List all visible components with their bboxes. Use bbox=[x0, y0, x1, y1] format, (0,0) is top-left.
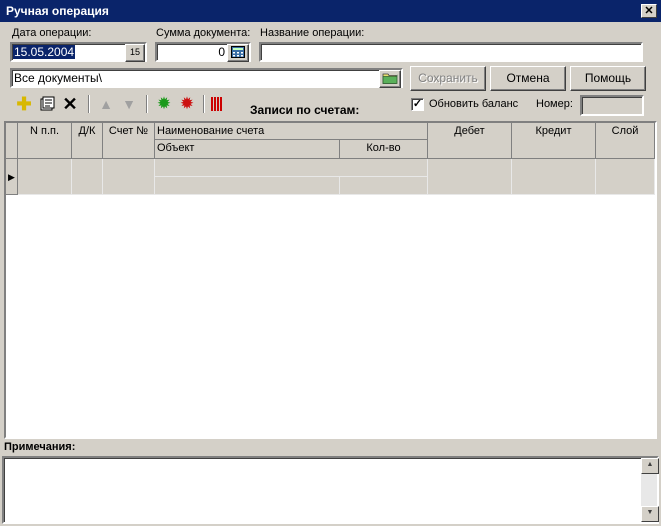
notes-textarea[interactable]: ▲ ▼ bbox=[2, 456, 659, 524]
properties-icon[interactable] bbox=[37, 94, 57, 114]
number-label: Номер: bbox=[536, 98, 573, 110]
column-header-layer[interactable]: Слой bbox=[596, 123, 655, 159]
records-label: Записи по счетам: bbox=[250, 103, 360, 117]
table-cell[interactable] bbox=[340, 177, 428, 195]
sum-value: 0 bbox=[218, 45, 225, 59]
column-header-object[interactable]: Объект bbox=[155, 140, 340, 159]
row-indicator-header bbox=[6, 123, 18, 159]
cancel-button[interactable]: Отмена bbox=[490, 66, 566, 91]
notes-scrollbar[interactable]: ▲ ▼ bbox=[641, 458, 659, 522]
document-folder-field[interactable]: Все документы\ bbox=[10, 68, 403, 88]
notes-label: Примечания: bbox=[4, 441, 76, 453]
row-indicator[interactable]: ▶ bbox=[6, 159, 18, 195]
table-cell[interactable] bbox=[18, 159, 72, 195]
delete-icon[interactable]: ✕ bbox=[60, 94, 80, 114]
scroll-up-button[interactable]: ▲ bbox=[641, 458, 659, 474]
accounts-grid[interactable]: N п.п. Д/К Счет № Наименование счета Объ… bbox=[4, 121, 657, 439]
toolbar-separator bbox=[203, 95, 205, 113]
date-value: 15.05.2004 bbox=[13, 45, 76, 59]
toolbar-separator bbox=[146, 95, 148, 113]
folder-icon bbox=[382, 73, 398, 84]
document-folder-value: Все документы\ bbox=[14, 71, 102, 85]
table-cell[interactable] bbox=[512, 159, 596, 195]
row-pointer-icon: ▶ bbox=[8, 172, 15, 182]
calculator-icon bbox=[231, 46, 245, 58]
table-cell[interactable] bbox=[72, 159, 103, 195]
sum-field[interactable]: 0 bbox=[155, 42, 251, 62]
sum-label: Сумма документа: bbox=[156, 27, 251, 39]
column-header-qty[interactable]: Кол-во bbox=[340, 140, 428, 159]
calculator-button[interactable] bbox=[227, 44, 249, 62]
table-cell[interactable] bbox=[155, 177, 340, 195]
refresh-balance-checkbox[interactable]: ✓ bbox=[411, 98, 424, 111]
add-icon[interactable]: ✚ bbox=[14, 94, 34, 114]
browse-folder-button[interactable] bbox=[379, 70, 401, 88]
barcode-icon[interactable] bbox=[207, 94, 227, 114]
operation-name-label: Название операции: bbox=[260, 27, 365, 39]
operation-name-input[interactable] bbox=[259, 42, 643, 62]
number-field[interactable] bbox=[580, 95, 644, 116]
scroll-down-button[interactable]: ▼ bbox=[641, 506, 659, 522]
gear-red-icon[interactable]: ✹ bbox=[177, 94, 197, 114]
column-header-dk[interactable]: Д/К bbox=[72, 123, 103, 159]
arrow-down-icon[interactable]: ▼ bbox=[119, 94, 139, 114]
gear-green-icon[interactable]: ✹ bbox=[154, 94, 174, 114]
close-icon: ✕ bbox=[644, 5, 654, 17]
calendar-button[interactable]: 15 bbox=[125, 44, 145, 62]
close-button[interactable]: ✕ bbox=[641, 4, 657, 18]
table-cell[interactable] bbox=[103, 159, 155, 195]
save-button[interactable]: Сохранить bbox=[410, 66, 486, 91]
window-titlebar: Ручная операция bbox=[0, 0, 661, 22]
table-cell[interactable] bbox=[428, 159, 512, 195]
refresh-balance-label: Обновить баланс bbox=[429, 98, 519, 110]
column-header-account-name[interactable]: Наименование счета bbox=[155, 123, 428, 140]
date-label: Дата операции: bbox=[12, 27, 92, 39]
arrow-up-icon[interactable]: ▲ bbox=[96, 94, 116, 114]
column-header-npp[interactable]: N п.п. bbox=[18, 123, 72, 159]
window-title: Ручная операция bbox=[6, 4, 109, 18]
column-header-credit[interactable]: Кредит bbox=[512, 123, 596, 159]
date-field[interactable]: 15.05.2004 15 bbox=[10, 42, 147, 62]
table-cell[interactable] bbox=[596, 159, 655, 195]
toolbar-separator bbox=[88, 95, 90, 113]
table-cell[interactable] bbox=[155, 159, 428, 177]
help-button[interactable]: Помощь bbox=[570, 66, 646, 91]
calendar-icon: 15 bbox=[129, 47, 140, 57]
column-header-account[interactable]: Счет № bbox=[103, 123, 155, 159]
column-header-debit[interactable]: Дебет bbox=[428, 123, 512, 159]
